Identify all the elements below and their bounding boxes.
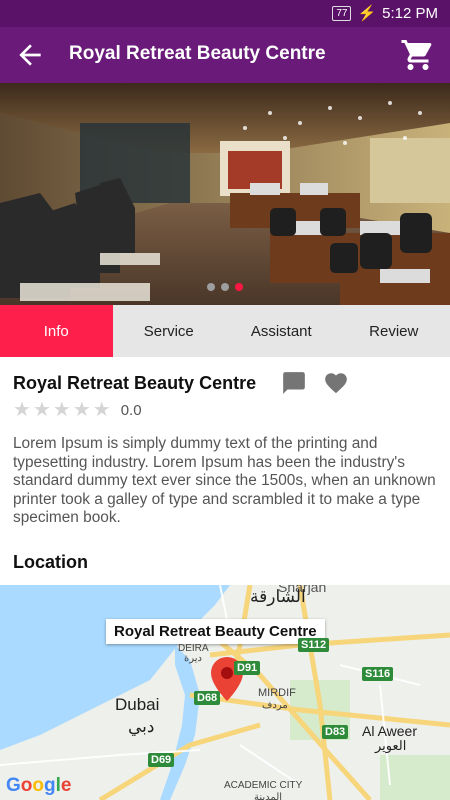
name-row: Royal Retreat Beauty Centre	[13, 357, 437, 399]
favorite-heart-icon[interactable]	[323, 370, 349, 396]
google-logo: Google	[6, 775, 72, 796]
charging-icon: ⚡	[357, 5, 377, 22]
map-label-mirdif-ar: مردف	[262, 700, 288, 711]
map-label-al-aweer: Al Aweer	[362, 723, 417, 739]
location-heading: Location	[13, 552, 88, 572]
tab-assistant[interactable]: Assistant	[225, 305, 338, 357]
slider-dot-active[interactable]	[235, 283, 243, 291]
page-title: Royal Retreat Beauty Centre	[69, 43, 326, 64]
road-sign: D69	[148, 753, 175, 767]
map-label-deira-ar: ديرة	[184, 653, 202, 664]
map-label-al-aweer-ar: العوير	[375, 738, 407, 753]
tab-info[interactable]: Info	[0, 305, 113, 357]
cart-icon[interactable]	[400, 37, 436, 73]
road-sign: D91	[234, 661, 261, 675]
map-label-academic-city: ACADEMIC CITY	[224, 780, 303, 791]
star-icon: ★	[52, 399, 71, 421]
map-label-dubai: Dubai	[115, 695, 160, 714]
salon-description: Lorem Ipsum is simply dummy text of the …	[13, 435, 436, 527]
road-sign: D68	[194, 691, 221, 705]
star-icon: ★	[13, 399, 31, 421]
map-label-mirdif: MIRDIF	[258, 687, 296, 699]
star-icon: ★	[92, 399, 111, 421]
slider-dot[interactable]	[221, 283, 229, 291]
map-canvas	[0, 585, 450, 800]
map-marker-callout: Royal Retreat Beauty Centre	[106, 619, 325, 644]
salon-name: Royal Retreat Beauty Centre	[13, 373, 257, 393]
tab-review[interactable]: Review	[338, 305, 450, 357]
status-time: 5:12 PM	[382, 4, 438, 22]
map-label-sharjah-ar: الشارقة	[250, 587, 306, 606]
battery-icon: 77	[332, 5, 352, 21]
tab-bar: Info Service Assistant Review	[0, 305, 450, 357]
tab-service[interactable]: Service	[113, 305, 226, 357]
star-icon: ★	[72, 399, 91, 421]
salon-photo-slider[interactable]	[0, 83, 450, 305]
salon-interior-image	[0, 83, 450, 305]
info-panel: Royal Retreat Beauty Centre ★ ★ ★ ★ ★ 0.…	[13, 357, 437, 572]
back-arrow-icon[interactable]	[14, 39, 46, 71]
star-icon: ★	[32, 399, 51, 421]
road-sign: S116	[362, 667, 394, 681]
slider-dot[interactable]	[207, 283, 215, 291]
rating-value: 0.0	[120, 401, 142, 419]
map-label-academic-city-ar: المدينة	[254, 792, 283, 800]
rating-row: ★ ★ ★ ★ ★ 0.0	[13, 400, 142, 420]
app-bar: Royal Retreat Beauty Centre	[0, 27, 450, 83]
slider-indicator	[0, 283, 450, 291]
road-sign: D83	[322, 725, 349, 739]
location-map[interactable]: Royal Retreat Beauty Centre Sharjah الشا…	[0, 585, 450, 800]
status-bar: 77 ⚡ 5:12 PM	[0, 0, 450, 27]
map-label-dubai-ar: دبي	[128, 717, 155, 736]
road-sign: S112	[298, 638, 330, 652]
chat-icon[interactable]	[281, 370, 307, 396]
